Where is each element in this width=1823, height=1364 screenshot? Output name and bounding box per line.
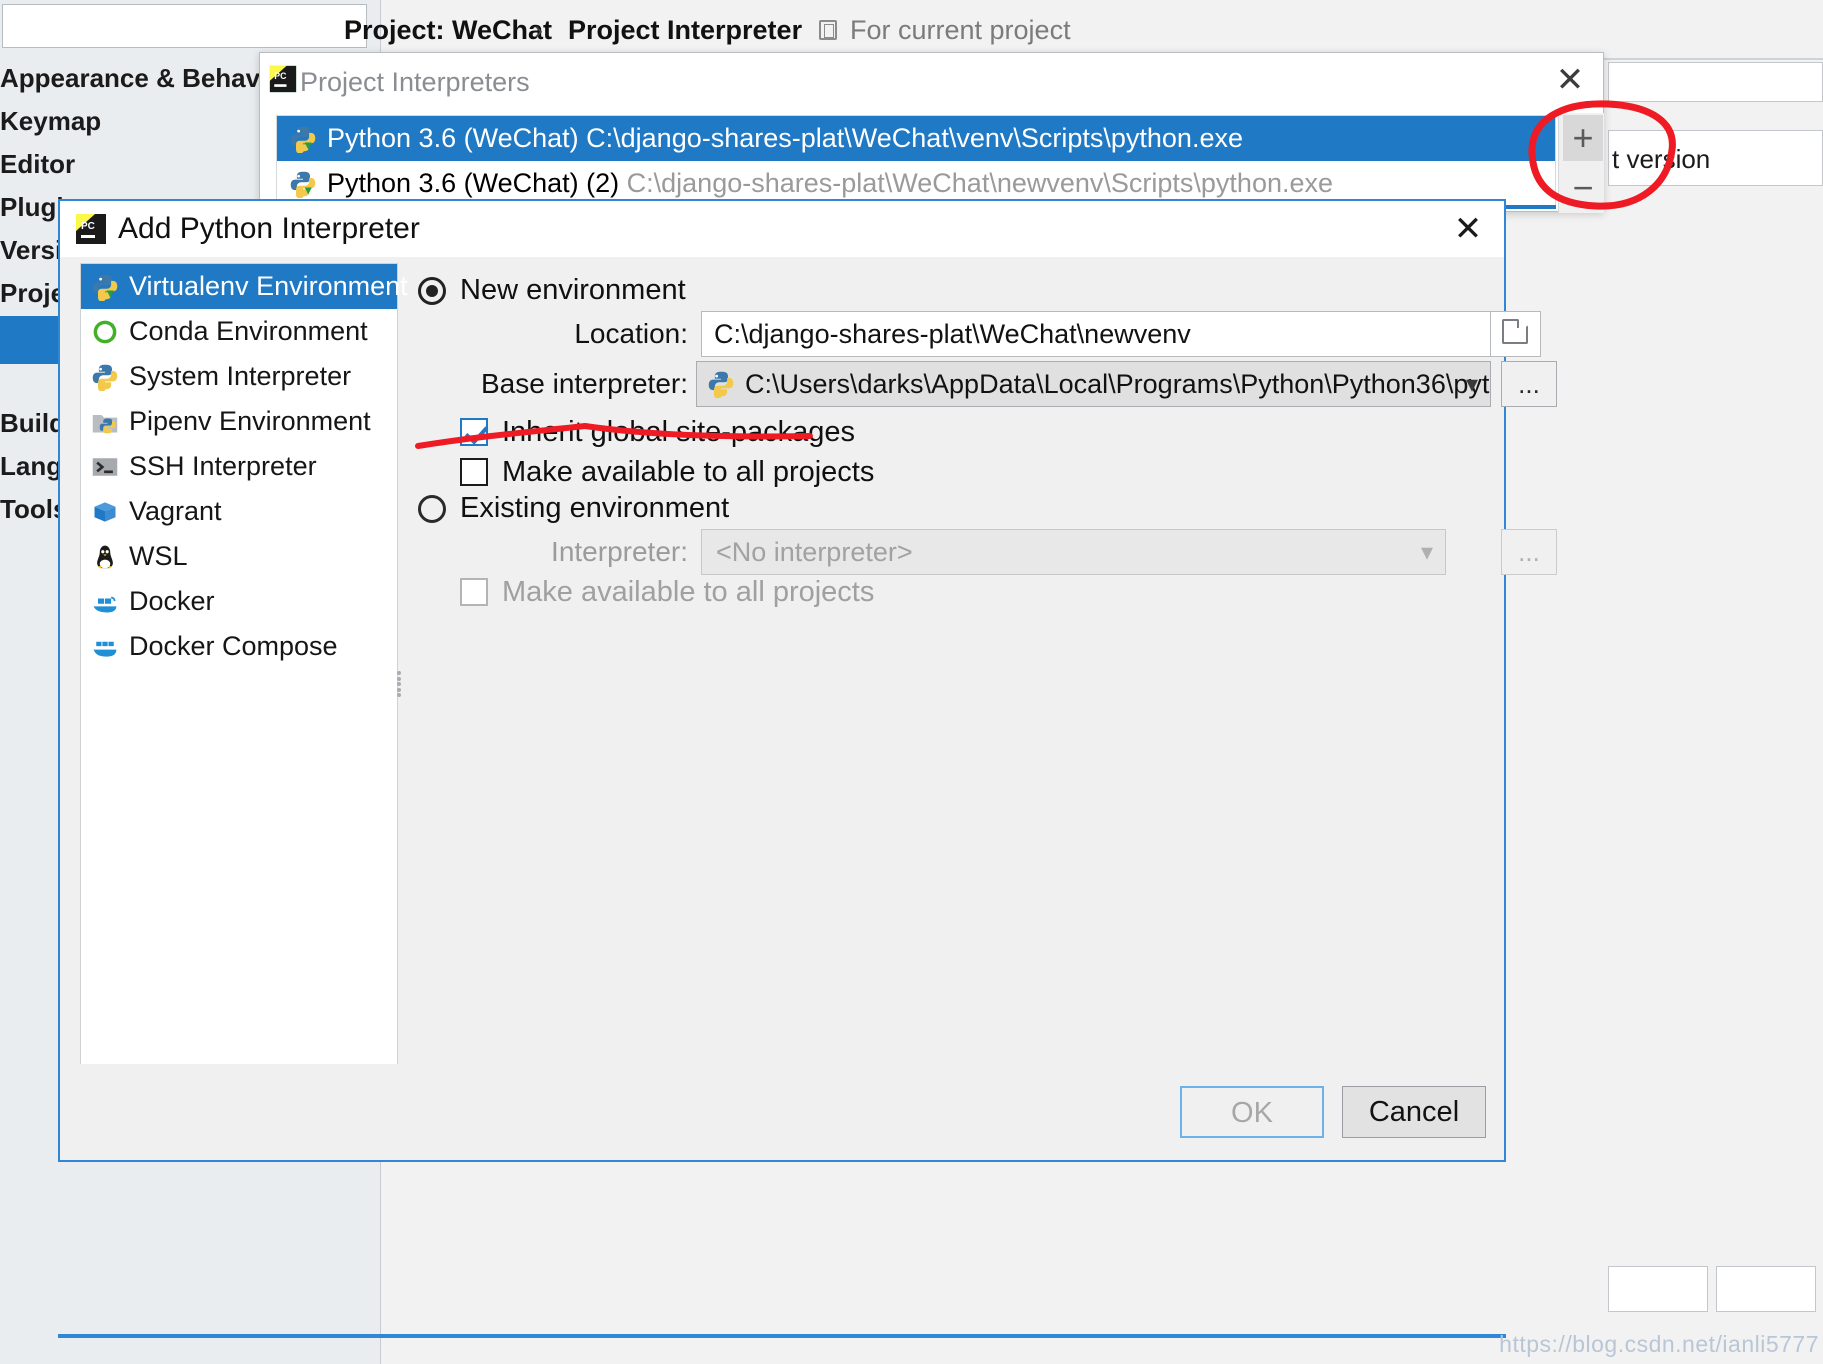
existing-interpreter-label: Interpreter: (551, 536, 688, 567)
base-interpreter-more-button[interactable]: ... (1501, 361, 1557, 407)
cancel-button[interactable]: Cancel (1342, 1086, 1486, 1138)
env-type-label: Docker (129, 586, 215, 616)
breadcrumb-page: Project Interpreter (568, 15, 803, 45)
add-python-interpreter-dialog: PC Add Python Interpreter ✕ Virtualenv E… (58, 199, 1557, 1162)
conda-icon (93, 320, 117, 344)
radio-new-environment[interactable] (418, 277, 446, 305)
location-label: Location: (574, 318, 688, 349)
folder-icon (1502, 319, 1528, 344)
close-icon[interactable]: ✕ (1547, 59, 1593, 101)
ok-button[interactable]: OK (1180, 1086, 1324, 1138)
env-type-docker-compose[interactable]: Docker Compose (81, 624, 397, 669)
env-type-label: Conda Environment (129, 316, 368, 346)
settings-search-input[interactable] (2, 4, 367, 48)
docker-compose-icon (93, 641, 117, 657)
new-environment-label: New environment (460, 274, 686, 306)
location-input[interactable]: C:\django-shares-plat\WeChat\newvenv (701, 311, 1491, 357)
inherit-global-site-packages-label: Inherit global site-packages (502, 416, 856, 448)
interpreter-list: Python 3.6 (WeChat) C:\django-shares-pla… (276, 115, 1556, 207)
interpreter-list-toolbar: + − (1558, 113, 1604, 213)
svg-text:PC: PC (274, 71, 287, 81)
environment-type-list: Virtualenv Environment Conda Environment… (80, 263, 408, 1093)
make-available-all-projects-checkbox-new[interactable] (460, 458, 488, 486)
env-type-label: Docker Compose (129, 631, 338, 661)
dialog-bottom-accent (58, 1334, 1506, 1338)
copy-icon (819, 20, 837, 40)
env-type-label: WSL (129, 541, 188, 571)
base-interpreter-value: C:\Users\darks\AppData\Local\Programs\Py… (745, 369, 1490, 399)
env-type-conda[interactable]: Conda Environment (81, 309, 397, 354)
make-available-all-projects-label-new: Make available to all projects (502, 456, 875, 488)
env-type-wsl[interactable]: WSL (81, 534, 397, 579)
inherit-global-site-packages-checkbox[interactable] (460, 418, 488, 446)
existing-interpreter-value: <No interpreter> (716, 537, 913, 567)
screenshot-root: Appearance & Behavior Keymap Editor Plug… (0, 0, 1823, 1364)
remove-interpreter-button[interactable]: − (1563, 165, 1603, 211)
existing-interpreter-combo[interactable]: <No interpreter> ▾ (701, 529, 1446, 575)
breadcrumb-scope-label[interactable]: For current project (850, 14, 1071, 46)
location-browse-button[interactable] (1491, 311, 1541, 357)
env-type-label: Vagrant (129, 496, 222, 526)
env-type-pipenv[interactable]: Pipenv Environment (81, 399, 397, 444)
project-interpreters-popup: PC Project Interpreters ✕ Python 3.6 (We… (259, 52, 1604, 213)
env-type-label: Pipenv Environment (129, 406, 371, 436)
make-available-all-projects-checkbox-existing[interactable] (460, 578, 488, 606)
chevron-down-icon: ▾ (1420, 539, 1433, 566)
interpreter-name: Python 3.6 (WeChat) (327, 123, 579, 153)
dialog-titlebar: PC Add Python Interpreter ✕ (60, 201, 1504, 257)
project-interpreters-title: Project Interpreters (300, 67, 530, 97)
terminal-icon (92, 458, 118, 476)
env-type-ssh-interpreter[interactable]: SSH Interpreter (81, 444, 397, 489)
python-icon (708, 371, 734, 398)
add-interpreter-button[interactable]: + (1563, 115, 1603, 161)
make-available-all-projects-label-existing: Make available to all projects (502, 576, 875, 608)
linux-penguin-icon (97, 545, 113, 570)
env-type-label: Virtualenv Environment (129, 271, 408, 301)
python-venv-icon (290, 126, 316, 153)
pipenv-icon (92, 415, 118, 434)
existing-environment-label: Existing environment (460, 492, 730, 524)
dialog-title: Add Python Interpreter (118, 212, 420, 245)
dialog-footer: OK Cancel (60, 1064, 1504, 1160)
python-venv-icon (92, 274, 118, 301)
background-version-text: t version (1612, 144, 1711, 174)
settings-header: Project: WeChat › Project Interpreter Fo… (344, 0, 1823, 58)
background-field-lower-left (1608, 1266, 1708, 1312)
background-field-upper (1608, 62, 1823, 102)
watermark: https://blog.csdn.net/ianli5777 (1499, 1331, 1819, 1357)
env-type-system-interpreter[interactable]: System Interpreter (81, 354, 397, 399)
env-type-label: SSH Interpreter (129, 451, 317, 481)
pycharm-logo-icon: PC (269, 65, 297, 93)
interpreter-path: C:\django-shares-plat\WeChat\venv\Script… (586, 123, 1243, 153)
chevron-down-icon: ▾ (1465, 371, 1478, 398)
env-type-vagrant[interactable]: Vagrant (81, 489, 397, 534)
svg-text:PC: PC (81, 221, 95, 232)
radio-existing-environment[interactable] (418, 495, 446, 523)
interpreter-settings-pane: New environment Location: C:\django-shar… (408, 263, 1557, 1064)
docker-icon (93, 596, 117, 613)
background-field-lower-right (1716, 1266, 1816, 1312)
python-icon (92, 364, 118, 391)
panel-splitter-handle[interactable] (397, 671, 405, 697)
breadcrumb-project[interactable]: Project: WeChat (344, 14, 552, 46)
pycharm-logo-icon: PC (76, 214, 106, 244)
interpreter-name: Python 3.6 (WeChat) (2) (327, 168, 620, 198)
env-type-label: System Interpreter (129, 361, 352, 391)
env-type-docker[interactable]: Docker (81, 579, 397, 624)
close-icon[interactable]: ✕ (1446, 209, 1490, 249)
list-item[interactable]: Python 3.6 (WeChat) C:\django-shares-pla… (277, 116, 1555, 161)
interpreter-path: C:\django-shares-plat\WeChat\newvenv\Scr… (626, 168, 1334, 198)
env-type-virtualenv[interactable]: Virtualenv Environment (81, 264, 408, 309)
existing-interpreter-more-button[interactable]: ... (1501, 529, 1557, 575)
base-interpreter-label: Base interpreter: (481, 368, 688, 399)
vagrant-icon (94, 502, 116, 522)
python-venv-icon (290, 171, 316, 198)
base-interpreter-combo[interactable]: C:\Users\darks\AppData\Local\Programs\Py… (696, 361, 1491, 407)
breadcrumb-separator: › (534, 15, 543, 45)
